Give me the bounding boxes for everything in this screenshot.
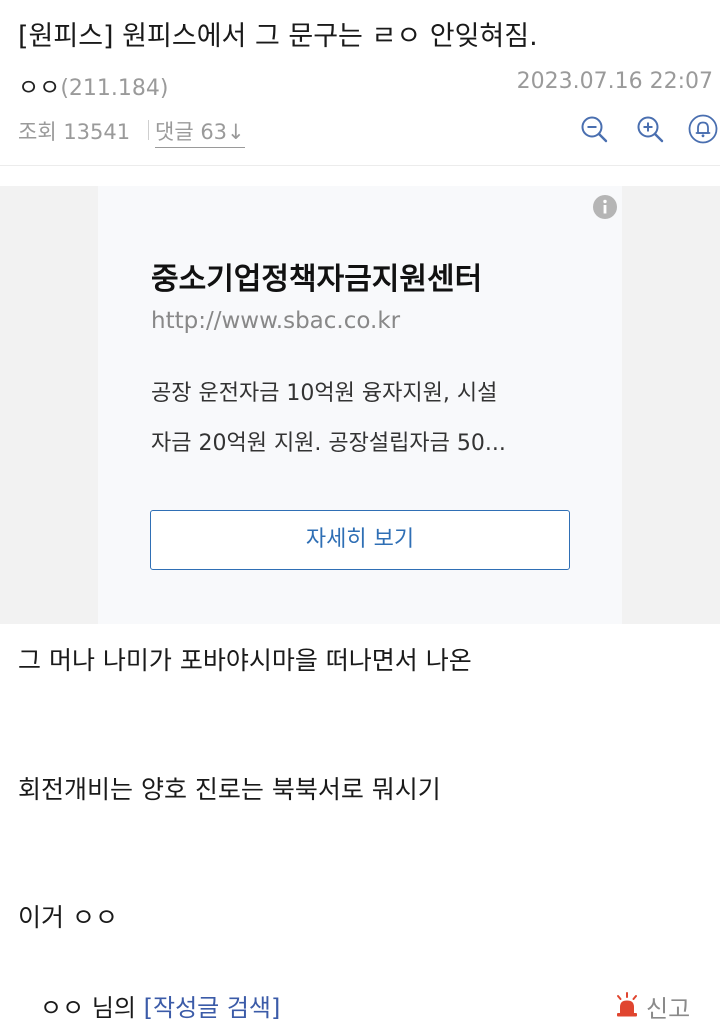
stats-divider <box>148 120 149 140</box>
ad-url[interactable]: http://www.sbac.co.kr <box>151 308 400 334</box>
footer-author-suffix: 님의 <box>91 994 136 1022</box>
post-stats-row: 조회 13541 댓글 63↓ <box>18 114 718 148</box>
post-body-line: 이거 ㅇㅇ <box>18 903 118 932</box>
post-author[interactable]: ㅇㅇ(211.184) <box>18 68 168 102</box>
comment-count-link[interactable]: 댓글 63↓ <box>155 116 245 148</box>
zoom-out-icon[interactable] <box>579 114 609 144</box>
post-date: 2023.07.16 22:07 <box>516 69 713 94</box>
author-name: ㅇㅇ <box>18 75 61 101</box>
ad-description: 공장 운전자금 10억원 융자지원, 시설 자금 20억원 지원. 공장설립자금… <box>151 369 581 469</box>
footer-author-name: ㅇㅇ <box>40 994 85 1022</box>
header-divider <box>0 165 720 166</box>
siren-icon <box>617 992 637 1017</box>
ad-desc-line: 공장 운전자금 10억원 융자지원, 시설 <box>151 381 498 406</box>
report-button[interactable]: 신고 <box>614 988 714 1023</box>
search-posts-link[interactable]: [작성글 검색] <box>144 994 281 1022</box>
post-meta-row: ㅇㅇ(211.184) 2023.07.16 22:07 <box>18 68 713 101</box>
ad-desc-line: 자금 20억원 지원. 공장설립자금 50... <box>151 431 506 456</box>
report-label: 신고 <box>646 995 691 1023</box>
info-icon[interactable] <box>592 194 618 220</box>
bell-icon[interactable] <box>688 114 718 144</box>
post-body-line: 회전개비는 양호 진로는 북북서로 뭐시기 <box>18 775 441 804</box>
ad-details-button[interactable]: 자세히 보기 <box>150 510 570 570</box>
zoom-in-icon[interactable] <box>635 114 665 144</box>
view-count: 조회 13541 <box>18 120 131 144</box>
post-body-line: 그 머나 나미가 포바야시마을 떠나면서 나온 <box>18 646 472 675</box>
post-title: [원피스] 원피스에서 그 문구는 ㄹㅇ 안잊혀짐. <box>18 21 538 52</box>
ad-title[interactable]: 중소기업정책자금지원센터 <box>151 254 482 298</box>
footer-author-search: ㅇㅇ 님의 [작성글 검색] <box>40 988 280 1023</box>
author-ip: (211.184) <box>60 76 169 101</box>
